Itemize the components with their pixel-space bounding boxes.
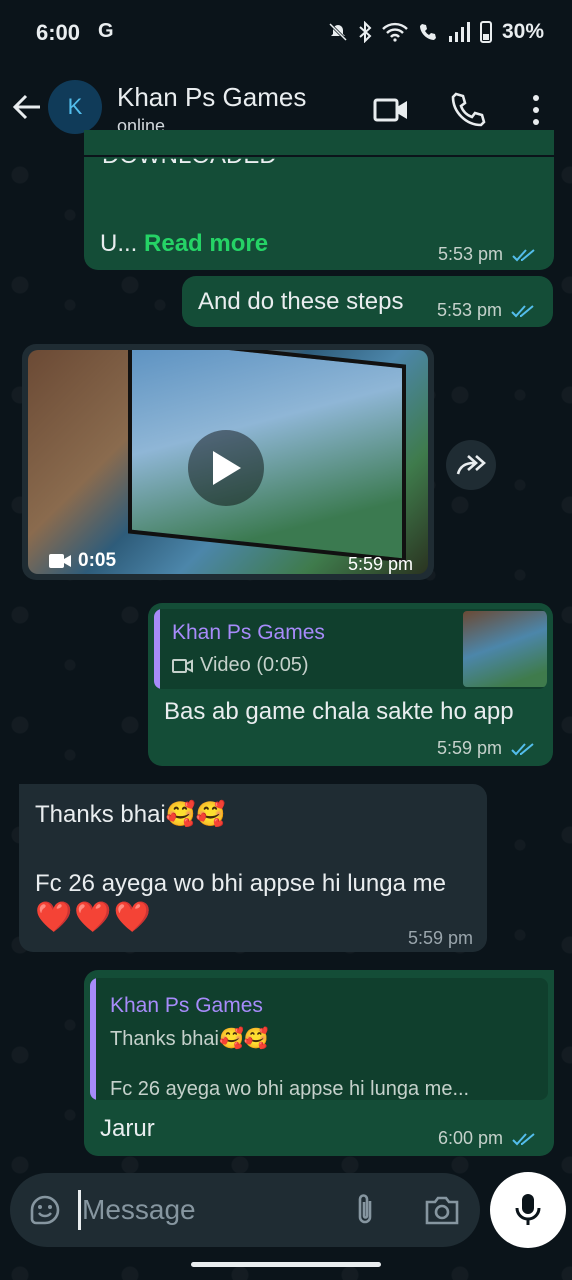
status-icons: 30% [328, 20, 544, 44]
phone-icon[interactable] [448, 90, 488, 130]
wifi-icon [382, 22, 408, 42]
forward-icon [456, 455, 486, 475]
mic-button[interactable] [490, 1172, 566, 1248]
avatar[interactable]: K [48, 80, 102, 134]
message-time: 6:00 pm [437, 1128, 503, 1148]
message-time: 5:59 pm [407, 928, 473, 948]
signal-icon [448, 22, 470, 42]
double-tick-icon [511, 305, 534, 318]
video-camera-icon [172, 658, 193, 673]
message-meta: 5:53 pm [438, 244, 538, 265]
navigation-handle[interactable] [191, 1262, 381, 1267]
quote-author: Khan Ps Games [110, 994, 263, 1017]
double-tick-icon [511, 743, 534, 756]
read-more-link[interactable]: Read more [144, 230, 268, 257]
message-bubble-outgoing[interactable]: Khan Ps Games Video (0:05) Bas ab game c… [148, 603, 553, 766]
quoted-message[interactable]: Khan Ps Games Thanks bhai🥰🥰 Fc 26 ayega … [90, 978, 548, 1100]
avatar-letter: K [67, 94, 83, 119]
wifi-call-icon [419, 24, 436, 40]
quote-accent-bar [154, 609, 160, 689]
mic-icon [515, 1194, 541, 1225]
message-input[interactable] [78, 1191, 322, 1229]
message-meta: 5:59 pm [437, 738, 537, 759]
video-call-icon[interactable] [372, 92, 410, 128]
video-duration-text: 0:05 [78, 550, 117, 571]
battery-percent: 30% [501, 20, 544, 43]
message-text-prefix: U... [100, 230, 138, 257]
message-text: Bas ab game chala sakte ho app [164, 698, 514, 725]
contact-name[interactable]: Khan Ps Games [117, 82, 306, 113]
tv-screen-image [128, 350, 406, 563]
play-icon [213, 451, 241, 485]
message-line-1: Thanks bhai🥰🥰 [35, 801, 226, 828]
quote-accent-bar [90, 978, 96, 1100]
quote-thumbnail [463, 611, 547, 687]
video-camera-icon [49, 554, 71, 568]
message-bubble-outgoing[interactable]: And do these steps 5:53 pm [182, 276, 553, 327]
more-vert-icon[interactable] [526, 92, 546, 128]
video-message[interactable]: 0:05 5:59 pm [22, 344, 434, 580]
mute-icon [328, 22, 348, 42]
hearts-emoji: ❤️❤️❤️ [35, 901, 154, 934]
bluetooth-icon [359, 21, 372, 43]
status-bar: 6:00 G 30% [0, 0, 572, 68]
back-arrow-icon[interactable] [10, 90, 44, 124]
sticker-icon[interactable] [28, 1193, 62, 1227]
quote-line-2: Fc 26 ayega wo bhi appse hi lunga me... [110, 1078, 470, 1100]
attach-icon[interactable] [350, 1191, 380, 1229]
message-bubble-incoming[interactable]: Thanks bhai🥰🥰 Fc 26 ayega wo bhi appse h… [19, 784, 487, 952]
video-duration: 0:05 [48, 550, 116, 572]
message-text: And do these steps [198, 288, 404, 315]
message-composer [10, 1173, 480, 1247]
status-time: 6:00 [36, 20, 81, 45]
message-time: 5:53 pm [436, 300, 502, 320]
header-shadow [84, 155, 554, 157]
double-tick-icon [512, 249, 535, 262]
video-thumbnail[interactable]: 0:05 5:59 pm [28, 350, 428, 574]
message-meta: 5:53 pm [437, 300, 537, 321]
camera-icon[interactable] [424, 1193, 460, 1227]
message-bubble-outgoing[interactable]: Khan Ps Games Thanks bhai🥰🥰 Fc 26 ayega … [84, 970, 554, 1156]
quote-author: Khan Ps Games [172, 621, 325, 644]
forward-button[interactable] [446, 440, 496, 490]
google-icon: G [98, 20, 118, 42]
battery-icon [479, 21, 492, 43]
double-tick-icon [512, 1133, 535, 1146]
message-time: 5:59 pm [436, 738, 502, 758]
message-time: 5:59 pm [348, 554, 414, 574]
quoted-message[interactable]: Khan Ps Games Video (0:05) [154, 609, 547, 689]
message-time: 5:53 pm [437, 244, 503, 264]
message-text: Jarur [100, 1115, 155, 1142]
quote-text: Video (0:05) [200, 654, 309, 676]
quote-line-1: Thanks bhai🥰🥰 [110, 1028, 269, 1050]
message-text: U... Read more [100, 230, 268, 258]
message-meta: 6:00 pm [438, 1128, 538, 1149]
message-line-2: Fc 26 ayega wo bhi appse hi lunga me [35, 870, 446, 897]
quote-content: Video (0:05) [172, 654, 309, 677]
play-button[interactable] [188, 430, 264, 506]
message-bubble-outgoing[interactable]: DOWNLOADED U... Read more 5:53 pm [84, 130, 554, 270]
